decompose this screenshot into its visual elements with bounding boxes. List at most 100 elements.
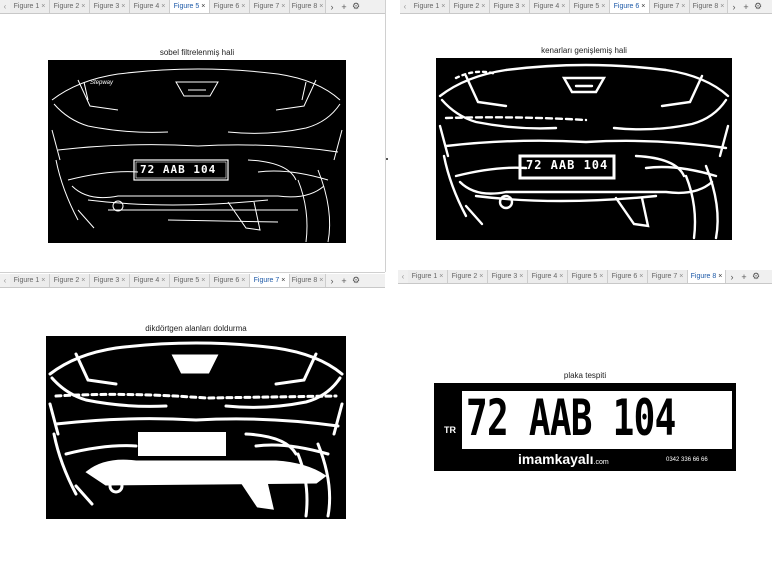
plus-icon[interactable]: + [738,270,750,283]
close-icon[interactable]: × [599,273,603,280]
tab-figure-2[interactable]: Figure 2 × [448,270,488,283]
figure-tab-bar: ‹ Figure 1 × Figure 2 × Figure 3 × Figure 4… [0,0,385,14]
tab-figure-4[interactable]: Figure 4 × [130,0,170,13]
close-icon[interactable]: × [521,3,525,10]
tab-figure-4[interactable]: Figure 4 × [130,274,170,287]
close-icon[interactable]: × [561,3,565,10]
tab-label: Figure 4 [533,3,560,10]
close-icon[interactable]: × [201,3,205,10]
tab-figure-4[interactable]: Figure 4 × [530,0,570,13]
tab-label: Figure 2 [453,3,480,10]
close-icon[interactable]: × [201,277,205,284]
close-icon[interactable]: × [519,273,523,280]
close-icon[interactable]: × [241,277,245,284]
tab-figure-8[interactable]: Figure 8 × [290,274,326,287]
tab-figure-8[interactable]: Figure 8 × [290,0,326,13]
close-icon[interactable]: × [81,277,85,284]
tab-figure-2[interactable]: Figure 2 × [450,0,490,13]
tab-figure-5[interactable]: Figure 5 × [170,0,210,13]
chevron-left-icon[interactable]: ‹ [400,0,410,13]
tab-figure-7[interactable]: Figure 7 × [250,0,290,13]
tab-label: Figure 1 [13,3,40,10]
tab-label: Figure 3 [93,277,120,284]
close-icon[interactable]: × [559,273,563,280]
chevron-right-icon[interactable]: › [726,270,738,283]
tab-figure-3[interactable]: Figure 3 × [90,274,130,287]
close-icon[interactable]: × [441,3,445,10]
tab-figure-6[interactable]: Figure 6 × [210,0,250,13]
chevron-right-icon[interactable]: › [326,0,338,13]
tab-figure-6[interactable]: Figure 6 × [608,270,648,283]
close-icon[interactable]: × [121,3,125,10]
gear-icon[interactable]: ⚙ [350,0,362,13]
tab-figure-2[interactable]: Figure 2 × [50,0,90,13]
close-icon[interactable]: × [679,273,683,280]
tab-label: Figure 4 [133,3,160,10]
figure-title: sobel filtrelenmiş hali [159,48,235,57]
chevron-left-icon[interactable]: ‹ [398,270,408,283]
splitter-handle[interactable] [386,158,388,160]
tab-figure-5[interactable]: Figure 5 × [568,270,608,283]
close-icon[interactable]: × [281,3,285,10]
close-icon[interactable]: × [319,3,323,10]
close-icon[interactable]: × [281,277,285,284]
close-icon[interactable]: × [319,277,323,284]
tab-figure-6[interactable]: Figure 6 × [610,0,650,13]
tab-figure-7[interactable]: Figure 7 × [650,0,690,13]
dealer-name: imamkayalı [518,451,594,467]
tab-figure-5[interactable]: Figure 5 × [170,274,210,287]
tab-figure-6[interactable]: Figure 6 × [210,274,250,287]
close-icon[interactable]: × [639,273,643,280]
tab-figure-3[interactable]: Figure 3 × [488,270,528,283]
close-icon[interactable]: × [121,277,125,284]
tab-label: Figure 8 [291,3,318,10]
chevron-left-icon[interactable]: ‹ [0,274,10,287]
dealer-text: imamkayalı.com [518,451,609,469]
tab-figure-8[interactable]: Figure 8 × [688,270,726,283]
tab-label: Figure 7 [651,273,678,280]
tab-figure-7[interactable]: Figure 7 × [648,270,688,283]
close-icon[interactable]: × [720,3,724,10]
close-icon[interactable]: × [41,277,45,284]
close-icon[interactable]: × [41,3,45,10]
close-icon[interactable]: × [718,273,722,280]
tab-figure-1[interactable]: Figure 1 × [10,274,50,287]
close-icon[interactable]: × [479,273,483,280]
tab-label: Figure 8 [692,3,719,10]
gear-icon[interactable]: ⚙ [752,0,764,13]
chevron-left-icon[interactable]: ‹ [0,0,10,13]
close-icon[interactable]: × [161,3,165,10]
close-icon[interactable]: × [601,3,605,10]
tab-label: Figure 4 [531,273,558,280]
tab-figure-3[interactable]: Figure 3 × [90,0,130,13]
close-icon[interactable]: × [641,3,645,10]
tab-figure-2[interactable]: Figure 2 × [50,274,90,287]
plus-icon[interactable]: + [740,0,752,13]
chevron-right-icon[interactable]: › [728,0,740,13]
tab-figure-1[interactable]: Figure 1 × [10,0,50,13]
tab-figure-1[interactable]: Figure 1 × [410,0,450,13]
chevron-right-icon[interactable]: › [326,274,338,287]
close-icon[interactable]: × [681,3,685,10]
close-icon[interactable]: × [161,277,165,284]
tab-figure-3[interactable]: Figure 3 × [490,0,530,13]
close-icon[interactable]: × [81,3,85,10]
close-icon[interactable]: × [481,3,485,10]
plate-text: 72 AAB 104 [526,158,609,172]
gear-icon[interactable]: ⚙ [350,274,362,287]
gear-icon[interactable]: ⚙ [750,270,762,283]
dilated-edges-image: 72 AAB 104 [436,58,732,240]
tab-figure-5[interactable]: Figure 5 × [570,0,610,13]
tab-label: Figure 6 [611,273,638,280]
close-icon[interactable]: × [241,3,245,10]
tab-figure-4[interactable]: Figure 4 × [528,270,568,283]
plus-icon[interactable]: + [338,274,350,287]
tab-figure-7[interactable]: Figure 7 × [250,274,290,287]
plus-icon[interactable]: + [338,0,350,13]
dealer-phone: 0342 336 66 66 [666,457,708,463]
figure-pane-top-right: ‹ Figure 1 × Figure 2 × Figure 3 × Figure 4… [400,0,772,272]
tab-figure-8[interactable]: Figure 8 × [690,0,728,13]
figure-tab-bar: ‹ Figure 1 × Figure 2 × Figure 3 × Figure 4… [0,274,385,288]
tab-figure-1[interactable]: Figure 1 × [408,270,448,283]
close-icon[interactable]: × [439,273,443,280]
